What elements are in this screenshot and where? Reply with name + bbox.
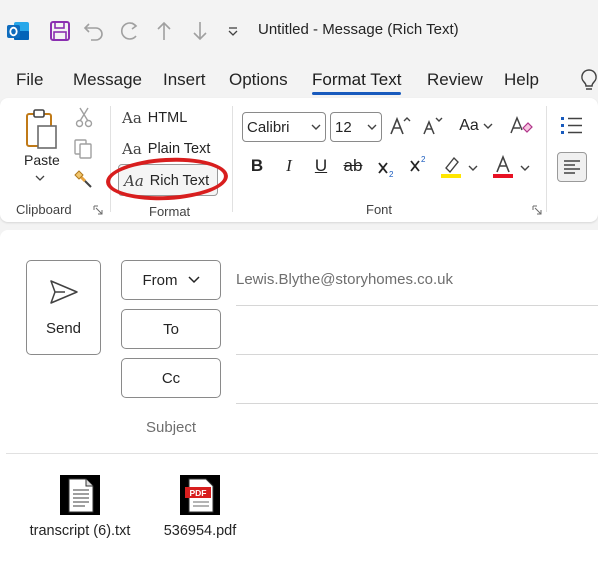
font-name-select[interactable]: Calibri	[242, 112, 326, 142]
tab-message[interactable]: Message	[73, 70, 142, 90]
from-label: From	[142, 271, 178, 289]
save-icon[interactable]	[46, 16, 74, 46]
paste-label[interactable]: Paste	[24, 152, 60, 168]
paste-dropdown-chevron-icon[interactable]	[33, 172, 47, 184]
down-arrow-icon[interactable]	[186, 16, 214, 46]
customize-qat-icon[interactable]	[222, 16, 244, 46]
font-color-icon[interactable]	[492, 152, 514, 180]
menu-tabs: File Message Insert Options Format Text …	[0, 64, 598, 96]
aa-icon: Aa	[122, 109, 142, 127]
redo-icon[interactable]	[114, 16, 142, 46]
to-field-line	[236, 354, 598, 355]
bullets-icon[interactable]	[560, 114, 584, 136]
compose-area: Send From Lewis.Blythe@storyhomes.co.uk …	[0, 230, 598, 568]
title-bar: Untitled - Message (Rich Text)	[0, 0, 598, 60]
lightbulb-icon[interactable]	[580, 68, 598, 97]
attachment-item[interactable]: transcript (6).txt	[22, 475, 138, 539]
superscript-icon[interactable]: 2	[408, 150, 430, 178]
svg-text:2: 2	[421, 155, 426, 164]
ribbon-separator	[110, 106, 111, 212]
highlight-chevron-icon[interactable]	[466, 154, 480, 182]
tab-options[interactable]: Options	[229, 70, 288, 90]
svg-text:2: 2	[389, 170, 394, 179]
ribbon-separator	[232, 106, 233, 212]
pdf-badge: PDF	[190, 488, 207, 498]
attachments-separator	[6, 453, 598, 454]
format-plain-text-label: Plain Text	[147, 141, 211, 157]
window-title: Untitled - Message (Rich Text)	[258, 21, 459, 38]
subject-input[interactable]	[236, 410, 598, 448]
align-left-icon[interactable]	[557, 152, 587, 182]
copy-icon[interactable]	[72, 138, 94, 160]
tab-review[interactable]: Review	[427, 70, 483, 90]
from-button[interactable]: From	[121, 260, 221, 300]
font-group-label: Font	[366, 202, 393, 217]
clipboard-group-label: Clipboard	[16, 202, 72, 217]
send-icon	[49, 279, 79, 310]
clipboard-launcher-icon[interactable]	[92, 204, 104, 216]
aa-icon: Aa	[122, 140, 142, 158]
to-input[interactable]	[236, 312, 598, 352]
send-button[interactable]: Send	[26, 260, 101, 355]
ribbon-separator	[546, 106, 547, 212]
underline-button[interactable]: U	[310, 152, 332, 180]
highlight-pen-icon[interactable]	[440, 152, 462, 180]
format-html-label: HTML	[147, 110, 188, 126]
font-color-chevron-icon[interactable]	[518, 154, 532, 182]
subscript-icon[interactable]: 2	[376, 154, 398, 182]
tab-file[interactable]: File	[16, 70, 43, 90]
attachment-name: 536954.pdf	[163, 523, 237, 539]
change-case-label: Aa	[459, 117, 479, 134]
cc-input[interactable]	[236, 361, 598, 401]
paste-clipboard-icon[interactable]	[24, 108, 60, 150]
format-painter-icon[interactable]	[72, 168, 96, 192]
chevron-down-icon	[311, 120, 321, 138]
chevron-down-icon	[483, 123, 493, 129]
text-file-icon	[22, 475, 138, 515]
shrink-font-icon[interactable]	[420, 112, 446, 140]
format-html-button[interactable]: Aa HTML	[122, 105, 187, 131]
pdf-file-icon: PDF	[150, 475, 250, 515]
to-button[interactable]: To	[121, 309, 221, 349]
font-name-value: Calibri	[247, 118, 290, 136]
up-arrow-icon[interactable]	[150, 16, 178, 46]
cut-scissors-icon[interactable]	[74, 106, 94, 128]
clear-formatting-icon[interactable]	[508, 112, 534, 140]
outlook-logo	[6, 16, 30, 46]
grow-font-icon[interactable]	[388, 112, 414, 140]
change-case-button[interactable]: Aa	[456, 112, 496, 140]
chevron-down-icon	[367, 120, 377, 138]
font-size-value: 12	[335, 118, 352, 136]
font-launcher-icon[interactable]	[531, 204, 543, 216]
strikethrough-button[interactable]: ab	[340, 152, 366, 180]
bold-button[interactable]: B	[246, 152, 268, 180]
subject-label: Subject	[146, 419, 197, 436]
tab-help[interactable]: Help	[504, 70, 539, 90]
undo-icon[interactable]	[80, 16, 108, 46]
attachment-name: transcript (6).txt	[29, 523, 131, 539]
send-label: Send	[45, 320, 82, 337]
font-size-select[interactable]: 12	[330, 112, 382, 142]
attachment-item[interactable]: PDF 536954.pdf	[150, 475, 250, 539]
cc-field-line	[236, 403, 598, 404]
from-address: Lewis.Blythe@storyhomes.co.uk	[236, 271, 453, 288]
tab-insert[interactable]: Insert	[163, 70, 206, 90]
chevron-down-icon	[187, 276, 200, 284]
tab-format-text[interactable]: Format Text	[312, 70, 402, 95]
italic-button[interactable]: I	[278, 152, 300, 180]
from-field-line	[236, 305, 598, 306]
format-group-label: Format	[149, 204, 191, 219]
ribbon: Paste Clipboard Aa HTML Aa Plain Text Aa…	[0, 98, 598, 222]
cc-button[interactable]: Cc	[121, 358, 221, 398]
